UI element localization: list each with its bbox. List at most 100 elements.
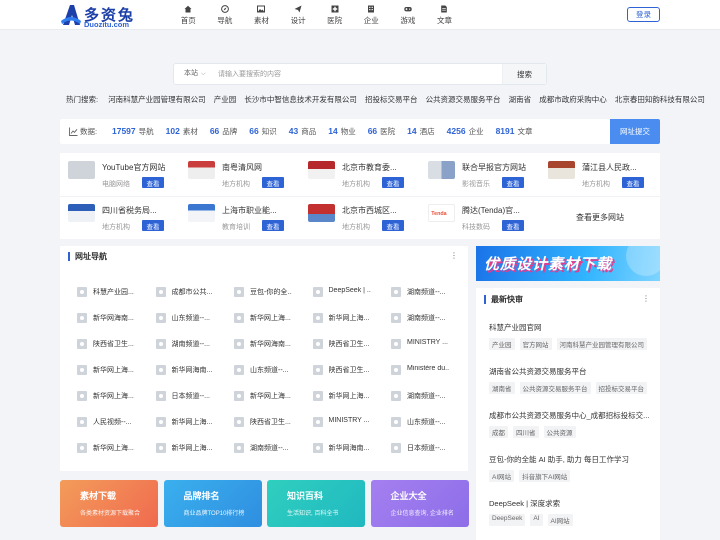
tag[interactable]: 产业园 (489, 338, 515, 350)
view-button[interactable]: 查看 (142, 177, 164, 188)
nav-link-text[interactable]: 山东频道--... (407, 417, 449, 427)
nav-link-text[interactable]: MINISTRY ... (407, 339, 449, 346)
nav-link-item[interactable]: 陕西省卫生... (296, 337, 372, 351)
nav-link-item[interactable]: 新华网上海... (217, 389, 293, 403)
site-card[interactable]: 联合早报官方网站 影视音乐 查看 (420, 153, 540, 196)
view-button[interactable]: 查看 (262, 220, 284, 231)
hot-search-link[interactable]: 招投标交易平台 (365, 95, 418, 104)
nav-link-item[interactable]: DeepSeek | ... (296, 285, 372, 299)
nav-link-text[interactable]: 湖南频道--... (407, 391, 449, 401)
tag[interactable]: 公共资源 (543, 426, 576, 438)
nav-link-text[interactable]: 新华网海南... (172, 365, 214, 375)
nav-link-text[interactable]: 科慧产业园... (93, 287, 135, 297)
hot-search-link[interactable]: 公共资源交易服务平台 (426, 95, 501, 104)
nav-link-item[interactable]: 新华网上海... (60, 441, 136, 455)
nav-link-item[interactable]: 新华网上海... (296, 389, 372, 403)
hot-search-link[interactable]: 河南科慧产业园管理有限公司 (108, 95, 206, 104)
nav-link-item[interactable]: 陕西省卫生... (296, 363, 372, 377)
nav-link-item[interactable]: 陕西省卫生... (60, 337, 136, 351)
search-input[interactable] (218, 64, 498, 84)
nav-link-item[interactable]: 湖南频道--... (374, 285, 450, 299)
tag[interactable]: 四川省 (513, 426, 539, 438)
nav-articles[interactable]: 文章 (426, 0, 463, 30)
site-card[interactable]: 北京市西城区... 地方机构 查看 (300, 196, 420, 239)
nav-link-text[interactable]: 新华网上海... (93, 365, 135, 375)
view-button[interactable]: 查看 (262, 177, 284, 188)
site-name[interactable]: 蒲江县人民政... (582, 162, 656, 173)
nav-navigation[interactable]: 导航 (207, 0, 244, 30)
nav-link-text[interactable]: 湖南频道--... (250, 443, 292, 453)
nav-link-item[interactable]: 科慧产业园... (60, 285, 136, 299)
nav-link-text[interactable]: 豆包-你的全... (250, 287, 292, 297)
nav-link-item[interactable]: 湖南频道--... (374, 311, 450, 325)
stat-item[interactable]: 66 知识 (249, 126, 276, 137)
submit-site-button[interactable]: 网址提交 (610, 119, 660, 144)
nav-link-text[interactable]: 新华网上海... (250, 391, 292, 401)
hot-search-link[interactable]: 成都市政府采购中心 (539, 95, 607, 104)
nav-link-text[interactable]: MINISTRY ... (329, 417, 371, 424)
view-button[interactable]: 查看 (382, 177, 404, 188)
nav-link-item[interactable]: MINISTRY ... (374, 337, 450, 351)
hot-search-link[interactable]: 北京春田知韵科技有限公司 (615, 95, 705, 104)
nav-link-item[interactable]: 人民视频--... (60, 415, 136, 429)
stat-item[interactable]: 66 医院 (368, 126, 395, 137)
nav-games[interactable]: 游戏 (390, 0, 427, 30)
site-name[interactable]: 腾达(Tenda)官... (462, 205, 536, 216)
nav-link-text[interactable]: 陕西省卫生... (329, 365, 371, 375)
site-name[interactable]: 四川省税务局... (102, 205, 176, 216)
nav-link-text[interactable]: 湖南频道--... (407, 287, 449, 297)
nav-link-text[interactable]: 新华网上海... (93, 391, 135, 401)
promo-card[interactable]: 品牌排名 商业品牌TOP10排行榜 (163, 480, 262, 527)
nav-link-text[interactable]: 湖南频道--... (407, 313, 449, 323)
hot-search-link[interactable]: 产业园 (214, 95, 237, 104)
view-button[interactable]: 查看 (502, 220, 524, 231)
view-button[interactable]: 查看 (502, 177, 524, 188)
search-button[interactable]: 搜索 (502, 64, 546, 84)
entry-name[interactable]: 科慧产业园官网 (489, 322, 649, 333)
stat-item[interactable]: 66 品牌 (210, 126, 237, 137)
stat-item[interactable]: 102 素材 (166, 126, 198, 137)
nav-link-item[interactable]: 豆包-你的全... (217, 285, 293, 299)
tag[interactable]: AI网站 (489, 470, 515, 482)
nav-link-text[interactable]: 日本频道--... (407, 443, 449, 453)
nav-link-text[interactable]: 新华网海南... (250, 339, 292, 349)
nav-link-text[interactable]: Ministère du... (407, 365, 449, 372)
site-name[interactable]: YouTube官方网站 (102, 162, 176, 173)
nav-link-text[interactable]: 新华网上海... (329, 391, 371, 401)
nav-link-text[interactable]: 湖南频道--... (172, 339, 214, 349)
nav-link-item[interactable]: 日本频道--... (139, 389, 215, 403)
nav-link-text[interactable]: 成都市公共... (172, 287, 214, 297)
view-button[interactable]: 查看 (382, 220, 404, 231)
nav-link-item[interactable]: MINISTRY ... (296, 415, 372, 429)
nav-link-text[interactable]: 新华网上海... (250, 313, 292, 323)
more-options-icon[interactable]: ⋮ (450, 251, 458, 260)
tag[interactable]: 公共资源交易服务平台 (519, 382, 591, 394)
nav-home[interactable]: 首页 (170, 0, 207, 30)
site-card[interactable]: Tenda 腾达(Tenda)官... 科技数码 查看 (420, 196, 540, 239)
tag[interactable]: 抖音旗下AI网站 (519, 470, 571, 482)
tag[interactable]: 官方网站 (519, 338, 552, 350)
site-card[interactable]: 上海市职业能... 教育培训 查看 (180, 196, 300, 239)
stat-item[interactable]: 17597 导航 (112, 126, 154, 137)
tag[interactable]: AI (530, 514, 543, 526)
nav-link-text[interactable]: 陕西省卫生... (329, 339, 371, 349)
promo-card[interactable]: 素材下载 各类素材资源下载聚合 (60, 480, 158, 527)
stat-item[interactable]: 14 物业 (328, 126, 355, 137)
stat-item[interactable]: 8191 文章 (496, 126, 533, 137)
site-logo[interactable]: 多资兔 Duozitu.com (60, 3, 150, 29)
stat-item[interactable]: 43 商品 (289, 126, 316, 137)
hot-search-link[interactable]: 长沙市中智信息技术开发有限公司 (244, 95, 357, 104)
nav-link-item[interactable]: 湖南频道--... (374, 389, 450, 403)
hot-search-link[interactable]: 湖南省 (509, 95, 532, 104)
site-name[interactable]: 北京市教育委... (342, 162, 416, 173)
nav-link-item[interactable]: 新华网海南... (139, 363, 215, 377)
nav-link-item[interactable]: 新华网上海... (60, 363, 136, 377)
nav-link-text[interactable]: DeepSeek | ... (329, 287, 371, 294)
promo-card[interactable]: 企业大全 企业信息查询, 企业排名 (370, 480, 469, 527)
nav-link-item[interactable]: 新华网上海... (139, 441, 215, 455)
nav-link-text[interactable]: 山东频道--... (250, 365, 292, 375)
nav-link-item[interactable]: 新华网上海... (60, 389, 136, 403)
tag[interactable]: AI网站 (547, 514, 573, 526)
site-card[interactable]: 四川省税务局... 地方机构 查看 (60, 196, 180, 239)
nav-link-item[interactable]: 日本频道--... (374, 441, 450, 455)
